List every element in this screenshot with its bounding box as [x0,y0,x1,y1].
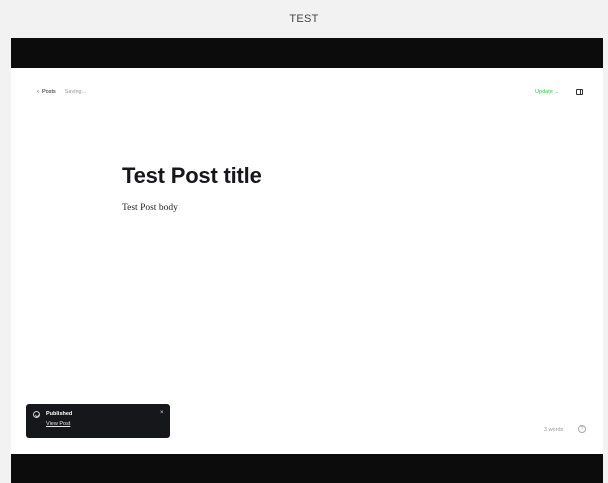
page-caption: TEST [289,13,319,25]
back-link-label: Posts [42,89,56,95]
sidebar-icon[interactable] [576,89,583,95]
update-button[interactable]: Update ⌄ [535,89,559,95]
bottom-black-bar [11,454,603,483]
chevron-left-icon: ‹ [37,89,39,95]
saving-status: Saving... [64,89,87,95]
editor-frame: ‹ Posts Saving... Update ⌄ Test Post tit… [11,38,603,483]
close-icon[interactable]: × [160,410,164,416]
update-button-label: Update [535,89,553,95]
toast-title: Published [46,411,73,417]
check-circle-icon [33,411,40,418]
editor-header: ‹ Posts Saving... Update ⌄ [11,68,603,116]
chevron-down-icon: ⌄ [554,89,559,95]
back-to-posts-link[interactable]: ‹ Posts [37,89,56,95]
post-title[interactable]: Test Post title [122,163,262,189]
top-black-bar [11,38,603,68]
word-count: 3 words [544,427,564,433]
help-icon[interactable]: ? [578,425,586,433]
published-toast: Published View Post × [26,404,170,438]
post-body[interactable]: Test Post body [122,203,178,213]
view-post-link[interactable]: View Post [46,421,70,427]
